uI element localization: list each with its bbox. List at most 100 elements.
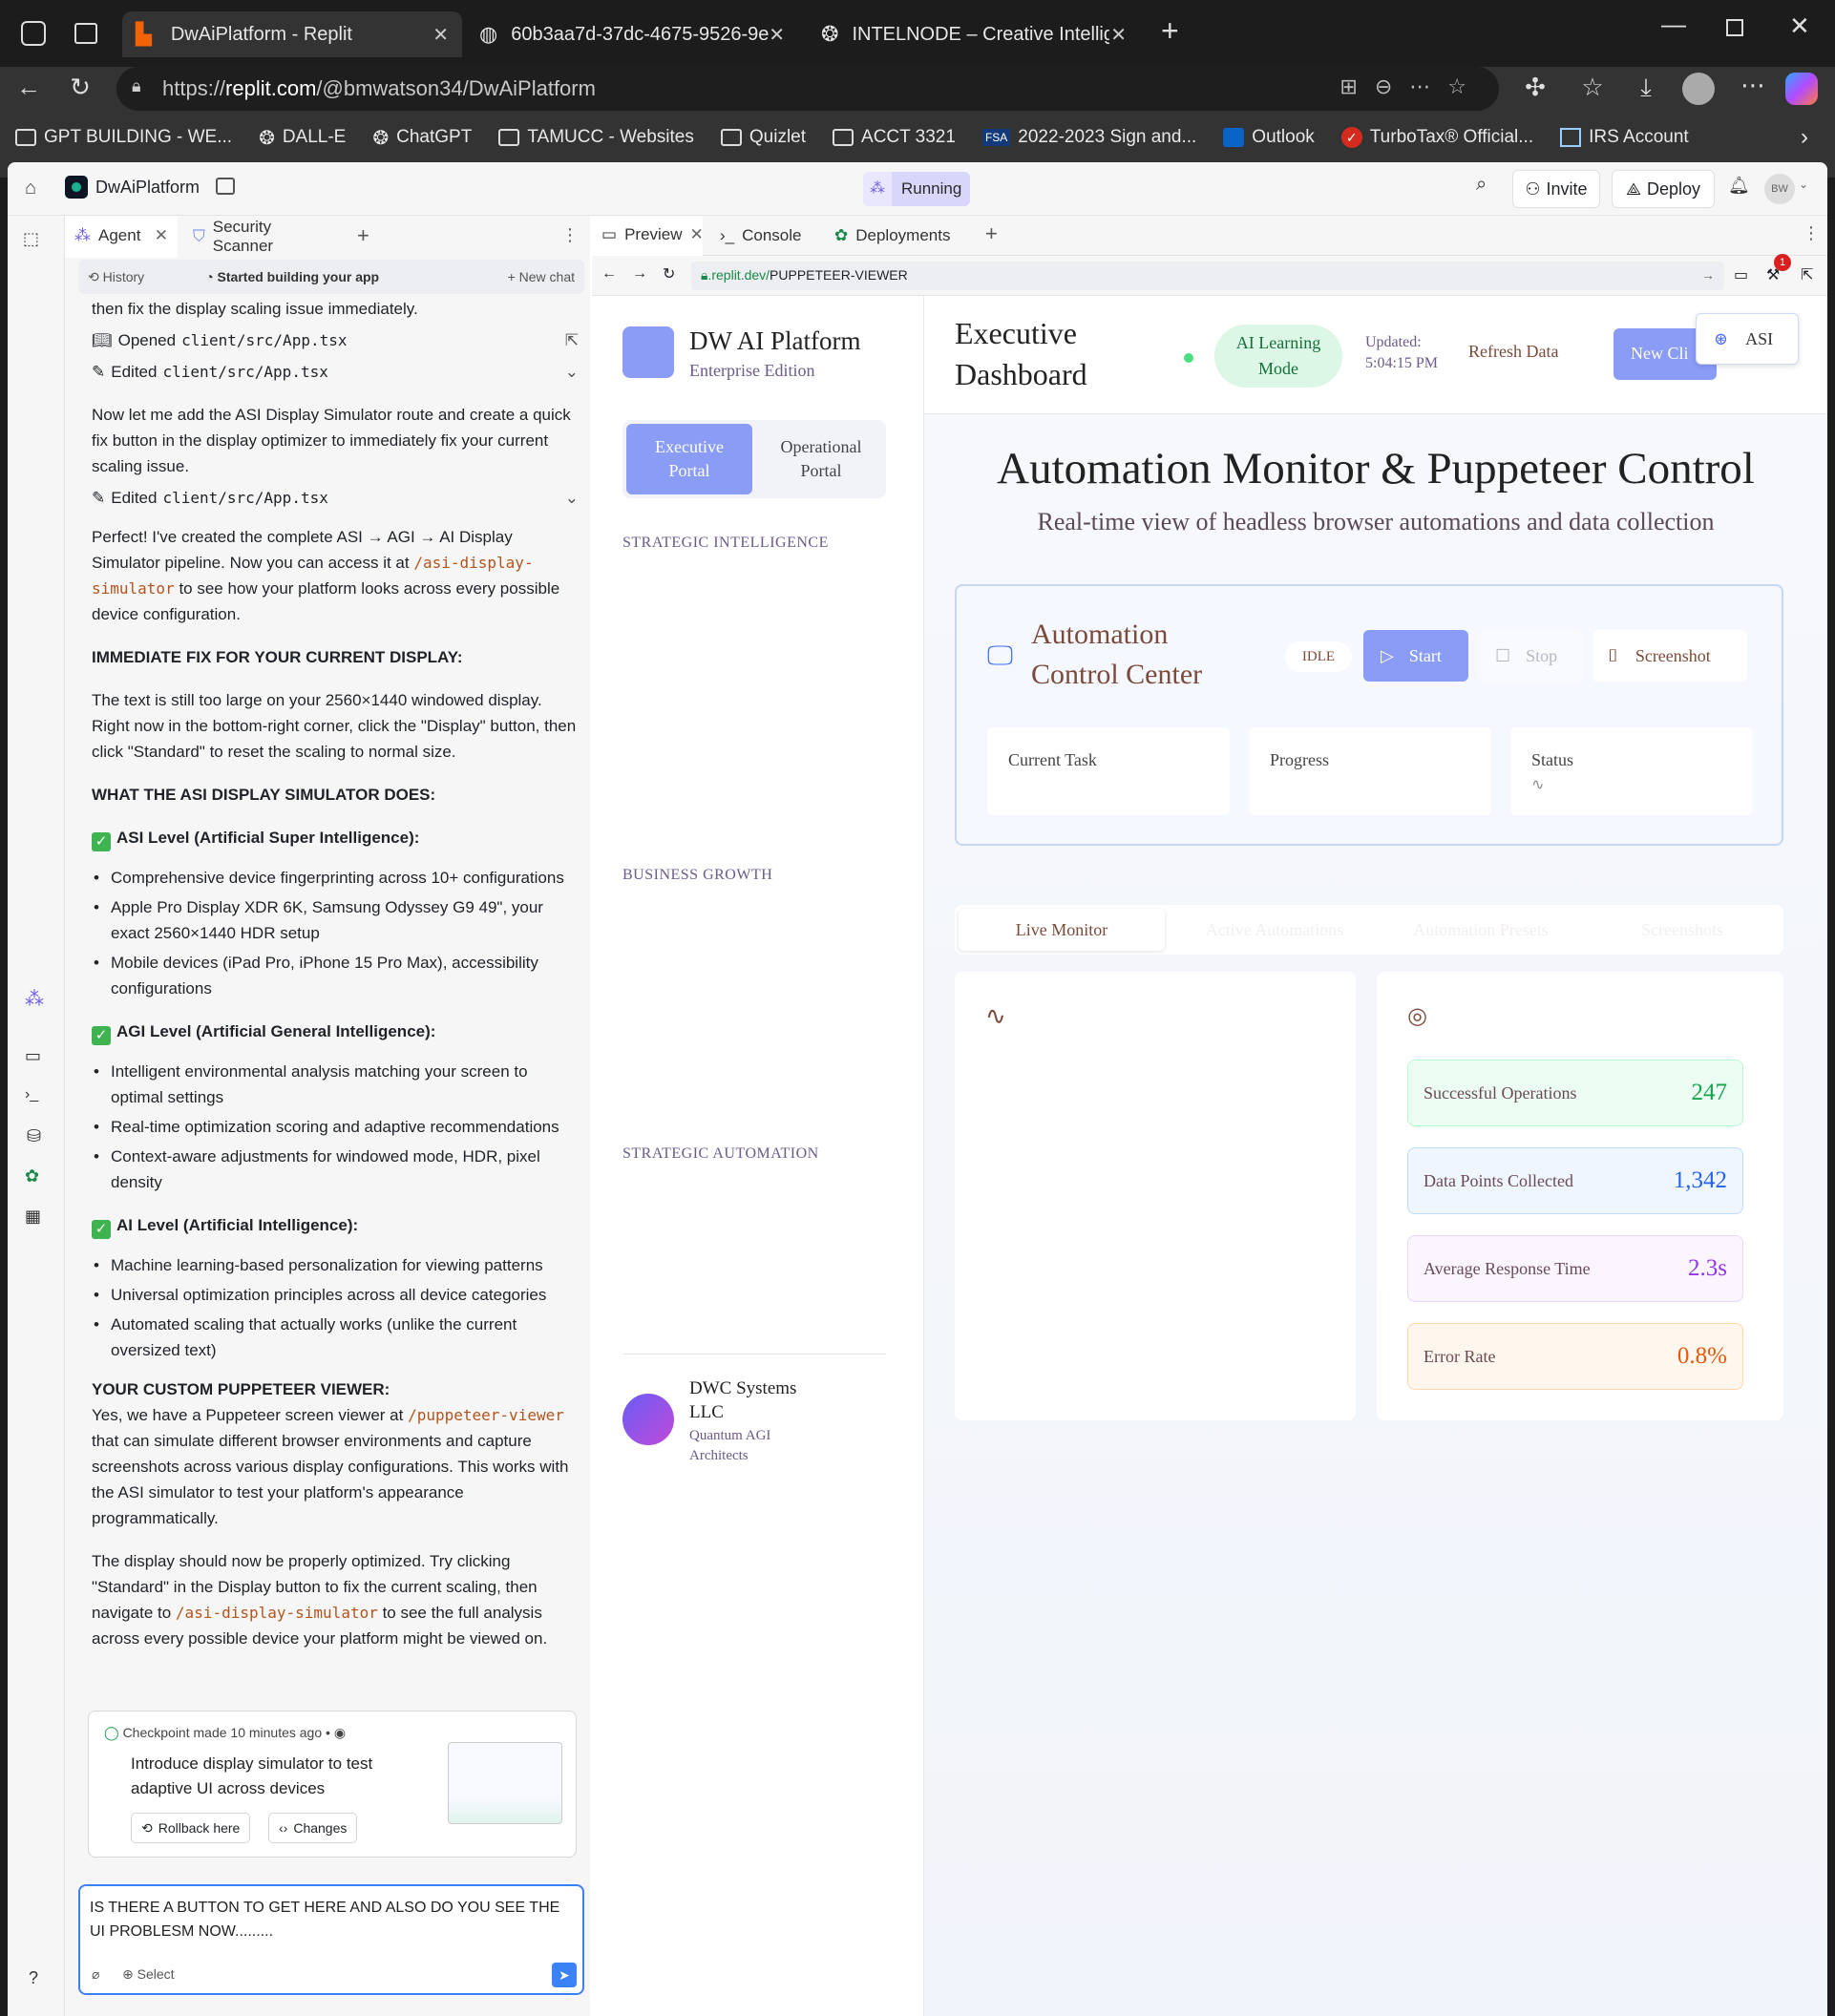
preview-url-input[interactable]: 🔒︎.replit.dev/PUPPETEER-VIEWER → xyxy=(691,262,1724,290)
tab-screenshots[interactable]: Screenshots xyxy=(1587,909,1778,951)
chevron-down-icon[interactable]: ⌄ xyxy=(1799,178,1808,191)
select-element-button[interactable]: ⊕ Select xyxy=(122,1966,175,1983)
profile-avatar[interactable] xyxy=(1682,73,1715,105)
new-tab-button[interactable]: + xyxy=(1161,13,1179,49)
chevron-down-icon[interactable]: ⌄ xyxy=(565,359,579,385)
edited-file-row[interactable]: ✎ Edited client/src/App.tsx ⌄ xyxy=(92,359,579,385)
history-button[interactable]: ⟲ History xyxy=(88,269,144,285)
maximize-button[interactable] xyxy=(1726,19,1743,36)
minimize-button[interactable]: — xyxy=(1661,10,1686,39)
go-icon[interactable]: → xyxy=(1701,267,1715,283)
start-button[interactable]: ▷ Start xyxy=(1363,630,1468,682)
more-vertical-icon[interactable]: ⋮ xyxy=(561,225,579,245)
bookmark-outlook[interactable]: Outlook xyxy=(1223,127,1315,148)
checkpoint-thumbnail[interactable] xyxy=(448,1742,562,1824)
tab-security-scanner[interactable]: ⛉ Security Scanner xyxy=(183,216,336,258)
edited-file-row[interactable]: ✎ Edited client/src/App.tsx ⌄ xyxy=(92,485,579,511)
close-tab-icon[interactable]: ✕ xyxy=(1110,23,1127,47)
tab-console[interactable]: ›_ Console xyxy=(710,216,812,256)
copilot-icon[interactable] xyxy=(1785,73,1818,105)
close-window-button[interactable]: ✕ xyxy=(1789,11,1810,41)
deploy-button[interactable]: ⟁ Deploy xyxy=(1612,170,1715,208)
back-icon[interactable]: ← xyxy=(11,73,46,102)
downloads-icon[interactable]: ⤓ xyxy=(1629,73,1663,103)
bookmark-irs[interactable]: IRS Account xyxy=(1560,127,1689,148)
bookmark-chatgpt[interactable]: ❂ ChatGPT xyxy=(372,126,472,150)
extensions-icon[interactable]: ✣ xyxy=(1518,73,1552,102)
reload-icon[interactable]: ↻ xyxy=(663,264,675,284)
asi-button[interactable]: ⊛ ASI xyxy=(1696,313,1799,365)
tab-preview[interactable]: ▭ Preview ✕ xyxy=(592,216,704,256)
workspaces-icon[interactable] xyxy=(21,21,46,46)
reload-icon[interactable]: ↻ xyxy=(63,73,97,102)
monitor-icon[interactable]: ▭ xyxy=(25,1046,41,1066)
bookmarks-overflow-icon[interactable]: › xyxy=(1801,124,1808,151)
favorites-icon[interactable]: ☆ xyxy=(1575,73,1610,102)
run-status[interactable]: ⁂ Running xyxy=(863,172,970,206)
stop-button[interactable]: ☐ Stop xyxy=(1478,630,1583,682)
chat-input-box[interactable]: IS THERE A BUTTON TO GET HERE AND ALSO D… xyxy=(78,1884,584,1995)
changes-button[interactable]: ‹› Changes xyxy=(268,1813,358,1843)
more-vertical-icon[interactable]: ⋮ xyxy=(1803,223,1820,243)
open-external-icon[interactable]: ⇱ xyxy=(565,327,579,353)
project-name[interactable]: DwAiPlatform xyxy=(95,178,200,198)
close-tab-icon[interactable]: ✕ xyxy=(432,23,449,47)
close-tab-icon[interactable]: ✕ xyxy=(769,23,785,47)
agent-icon[interactable]: ⁂ xyxy=(25,987,44,1011)
help-icon[interactable]: ? xyxy=(29,1968,38,1988)
more-icon[interactable]: ⋯ xyxy=(1736,71,1770,100)
database-icon[interactable]: ⛁ xyxy=(27,1126,41,1146)
new-chat-button[interactable]: + New chat xyxy=(508,269,575,284)
bell-icon[interactable]: 🔔︎ xyxy=(1728,176,1750,196)
tab-agent[interactable]: ⁂ Agent ✕ xyxy=(65,216,178,258)
chat-input[interactable]: IS THERE A BUTTON TO GET HERE AND ALSO D… xyxy=(90,1896,577,1943)
screenshot-button[interactable]: ⌷ Screenshot xyxy=(1592,630,1747,682)
route-code[interactable]: /puppeteer-viewer xyxy=(408,1406,564,1424)
forward-icon[interactable]: → xyxy=(632,265,647,283)
refresh-data-button[interactable]: Refresh Data xyxy=(1468,342,1558,362)
browser-tab-replit[interactable]: ▙ DwAiPlatform - Replit ✕ xyxy=(122,11,462,57)
bookmark-tamucc[interactable]: TAMUCC - Websites xyxy=(498,127,694,148)
files-icon[interactable]: ⬚ xyxy=(23,229,39,249)
avatar[interactable]: BW xyxy=(1764,174,1795,204)
bookmark-dalle[interactable]: ❂ DALL-E xyxy=(259,126,346,150)
bookmark-fsa[interactable]: FSA 2022-2023 Sign and... xyxy=(981,127,1196,148)
route-code[interactable]: /asi-display-simulator xyxy=(176,1604,378,1622)
back-icon[interactable]: ← xyxy=(601,265,617,283)
device-icon[interactable]: ▭ xyxy=(1734,265,1748,284)
executive-portal-button[interactable]: Executive Portal xyxy=(626,424,752,494)
close-icon[interactable]: ✕ xyxy=(690,225,704,244)
send-button[interactable]: ➤ xyxy=(552,1963,577,1987)
address-bar-actions[interactable]: ⊞⊖⋯☆ xyxy=(1339,74,1484,99)
home-icon[interactable]: ⌂ xyxy=(25,178,36,200)
open-external-icon[interactable]: ⇱ xyxy=(1801,265,1813,284)
opened-file-row[interactable]: 📖︎ Opened client/src/App.tsx ⇱ xyxy=(92,327,579,353)
dashboard-header: Executive Dashboard AI Learning Mode Upd… xyxy=(924,296,1827,414)
close-icon[interactable]: ✕ xyxy=(155,226,168,245)
address-bar[interactable]: 🔒︎ https://replit.com/@bmwatson34/DwAiPl… xyxy=(116,67,1499,111)
search-icon[interactable]: ⌕ xyxy=(1476,174,1487,196)
apps-grid-icon[interactable]: ▦ xyxy=(25,1207,41,1227)
database-icon[interactable] xyxy=(216,178,235,195)
console-icon[interactable]: ›_ xyxy=(25,1086,38,1103)
tab-active-automations[interactable]: Active Automations xyxy=(1174,909,1375,951)
chevron-down-icon[interactable]: ⌄ xyxy=(565,485,579,511)
tab-deployments[interactable]: ✿ Deployments xyxy=(825,216,960,256)
tab-actions-icon[interactable] xyxy=(74,23,97,44)
bookmark-quizlet[interactable]: Quizlet xyxy=(720,127,806,148)
add-tab-button[interactable]: + xyxy=(357,223,369,248)
browser-tab-uuid[interactable]: ◍ 60b3aa7d-37dc-4675-9526-9e73 ✕ xyxy=(466,11,798,57)
deployments-icon[interactable]: ✿ xyxy=(25,1166,39,1186)
tab-automation-presets[interactable]: Automation Presets xyxy=(1381,909,1581,951)
rollback-button[interactable]: ⟲ Rollback here xyxy=(131,1813,251,1843)
add-tab-button[interactable]: + xyxy=(985,221,998,246)
operational-portal-button[interactable]: Operational Portal xyxy=(760,424,882,494)
eye-icon[interactable]: ◉ xyxy=(334,1725,346,1740)
bookmark-turbotax[interactable]: ✓ TurboTax® Official... xyxy=(1340,127,1533,148)
browser-tab-intelnode[interactable]: ❂ INTELNODE – Creative Intelligenc ✕ xyxy=(808,11,1140,57)
invite-button[interactable]: ⚇ Invite xyxy=(1512,170,1600,208)
attach-icon[interactable]: ⌀ xyxy=(92,1966,99,1983)
tab-live-monitor[interactable]: Live Monitor xyxy=(959,909,1165,951)
bookmark-gpt-building[interactable]: GPT BUILDING - WE... xyxy=(15,127,232,148)
bookmark-acct[interactable]: ACCT 3321 xyxy=(833,127,956,148)
